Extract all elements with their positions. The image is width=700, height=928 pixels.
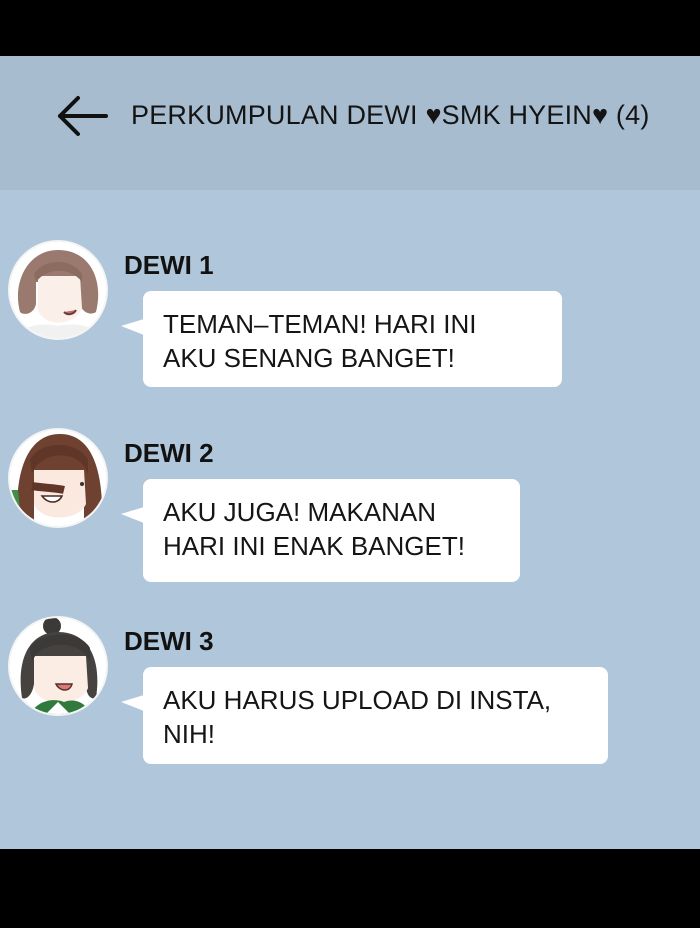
message-bubble: AKU HARUS UPLOAD DI INSTA, NIH! (121, 667, 608, 764)
sender-name: DEWI 1 (124, 250, 214, 280)
sender-name: DEWI 2 (124, 438, 214, 468)
chat-title: PERKUMPULAN DEWI ♥SMK HYEIN♥ (4) (131, 100, 650, 130)
arrow-left-icon (58, 96, 108, 136)
avatar-dewi-2[interactable] (8, 428, 108, 528)
avatar-dewi-1[interactable] (8, 240, 108, 340)
avatar-dewi-3[interactable] (8, 616, 108, 716)
message-bubble: AKU JUGA! MAKANAN HARI INI ENAK BANGET! (121, 479, 520, 582)
bottom-letterbox (0, 849, 700, 928)
group-chat-screen: PERKUMPULAN DEWI ♥SMK HYEIN♥ (4) DEWI 1 … (0, 56, 700, 849)
back-button[interactable] (52, 94, 112, 138)
message-text: TEMAN–TEMAN! HARI INI AKU SENANG BANGET! (163, 309, 477, 373)
message-text: AKU JUGA! MAKANAN HARI INI ENAK BANGET! (163, 497, 465, 561)
message-bubble: TEMAN–TEMAN! HARI INI AKU SENANG BANGET! (121, 291, 562, 387)
message-text: AKU HARUS UPLOAD DI INSTA, NIH! (163, 685, 552, 749)
top-letterbox (0, 0, 700, 56)
sender-name: DEWI 3 (124, 626, 214, 656)
chat-header: PERKUMPULAN DEWI ♥SMK HYEIN♥ (4) (0, 56, 700, 190)
